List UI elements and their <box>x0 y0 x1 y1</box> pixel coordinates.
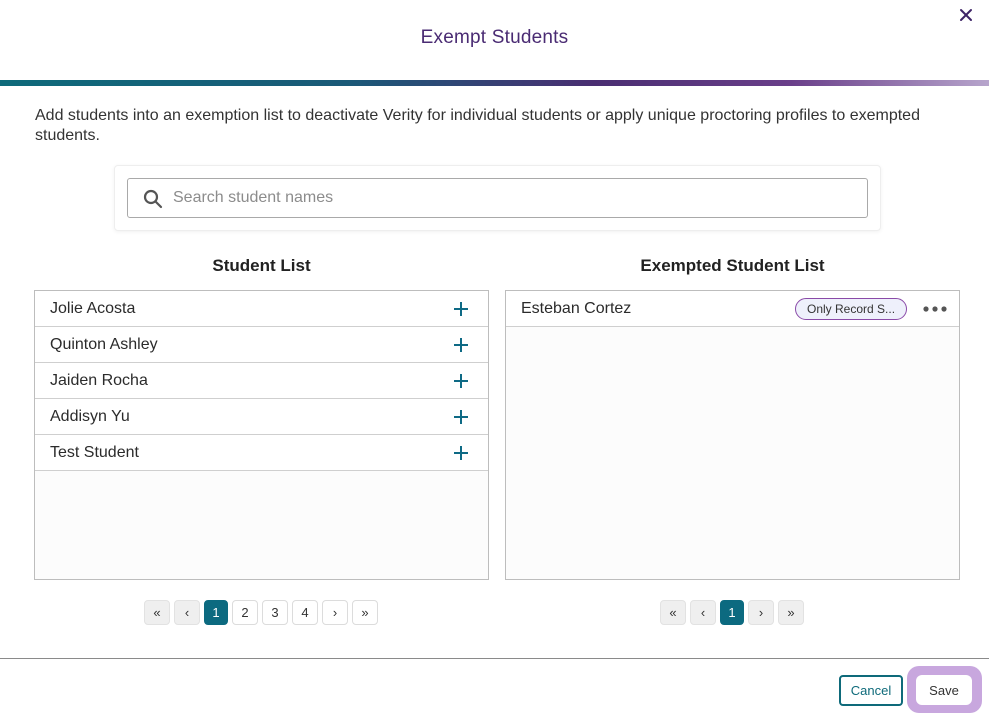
page-3-button[interactable]: 3 <box>262 600 288 625</box>
header-gradient-divider <box>0 80 989 86</box>
more-horizontal-icon[interactable] <box>917 291 953 327</box>
dialog-title: Exempt Students <box>420 27 569 48</box>
exempted-list-panel: Esteban Cortez Only Record S... <box>505 290 960 580</box>
student-name: Test Student <box>50 443 139 461</box>
last-page-button[interactable]: » <box>778 600 804 625</box>
exempted-student-row: Esteban Cortez Only Record S... <box>506 291 959 327</box>
add-student-plus-icon[interactable] <box>443 435 479 471</box>
last-page-button[interactable]: » <box>352 600 378 625</box>
prev-page-button[interactable]: ‹ <box>690 600 716 625</box>
search-card <box>114 165 881 231</box>
exempted-student-name: Esteban Cortez <box>521 299 632 317</box>
student-list-heading: Student List <box>212 256 311 275</box>
dialog-description: Add students into an exemption list to d… <box>35 107 920 144</box>
close-icon[interactable] <box>957 6 975 24</box>
first-page-button[interactable]: « <box>660 600 686 625</box>
student-row: Test Student <box>35 435 488 471</box>
student-list-panel: Jolie Acosta Quinton Ashley Jaiden Rocha… <box>34 290 489 580</box>
next-page-button[interactable]: › <box>322 600 348 625</box>
page-1-button[interactable]: 1 <box>204 600 228 625</box>
cancel-button[interactable]: Cancel <box>839 675 903 706</box>
add-student-plus-icon[interactable] <box>443 291 479 327</box>
footer-divider <box>0 658 989 659</box>
save-button[interactable]: Save <box>916 675 972 705</box>
student-name: Jolie Acosta <box>50 299 136 317</box>
search-box[interactable] <box>127 178 868 218</box>
page-1-button[interactable]: 1 <box>720 600 744 625</box>
student-name: Quinton Ashley <box>50 335 158 353</box>
prev-page-button[interactable]: ‹ <box>174 600 200 625</box>
student-name: Jaiden Rocha <box>50 371 148 389</box>
add-student-plus-icon[interactable] <box>443 399 479 435</box>
first-page-button[interactable]: « <box>144 600 170 625</box>
exempt-students-dialog: Exempt Students Add students into an exe… <box>0 0 989 720</box>
student-row: Jaiden Rocha <box>35 363 488 399</box>
student-row: Jolie Acosta <box>35 291 488 327</box>
search-icon <box>143 189 163 209</box>
proctoring-profile-badge[interactable]: Only Record S... <box>795 297 907 320</box>
page-2-button[interactable]: 2 <box>232 600 258 625</box>
add-student-plus-icon[interactable] <box>443 363 479 399</box>
student-row: Addisyn Yu <box>35 399 488 435</box>
page-4-button[interactable]: 4 <box>292 600 318 625</box>
add-student-plus-icon[interactable] <box>443 327 479 363</box>
exempted-list-pagination: « ‹ 1 › » <box>660 600 804 625</box>
exempted-list-heading: Exempted Student List <box>640 256 825 275</box>
search-input[interactable] <box>173 179 853 217</box>
next-page-button[interactable]: › <box>748 600 774 625</box>
student-row: Quinton Ashley <box>35 327 488 363</box>
student-name: Addisyn Yu <box>50 407 130 425</box>
student-list-pagination: « ‹ 1 2 3 4 › » <box>144 600 378 625</box>
